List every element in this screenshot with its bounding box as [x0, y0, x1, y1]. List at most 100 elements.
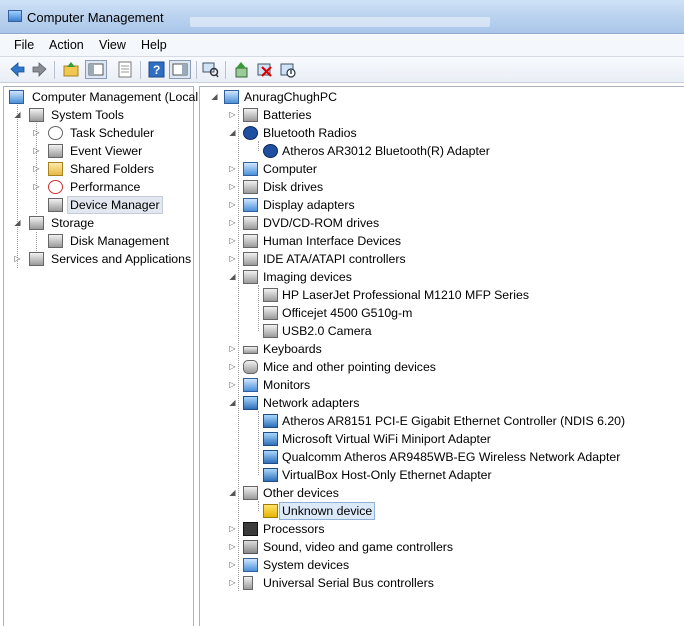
expand-arrow-icon[interactable]: ▷	[228, 556, 237, 574]
uninstall-icon[interactable]	[256, 61, 273, 78]
expand-arrow-icon[interactable]: ▷	[228, 106, 237, 124]
expand-arrow-icon[interactable]: ▷	[32, 142, 41, 160]
collapse-arrow-icon[interactable]: ◢	[210, 88, 219, 106]
tree-node-label: Device Manager	[67, 196, 163, 214]
ide-controller-icon	[243, 252, 258, 266]
tree-node-label: Atheros AR3012 Bluetooth(R) Adapter	[282, 144, 490, 158]
tree-line	[258, 285, 259, 331]
services-icon	[29, 252, 44, 266]
tree-node-label: Shared Folders	[70, 162, 155, 176]
expand-arrow-icon[interactable]: ▷	[228, 340, 237, 358]
collapse-arrow-icon[interactable]: ◢	[228, 124, 237, 142]
bluetooth-icon	[263, 144, 278, 158]
expand-arrow-icon[interactable]: ▷	[228, 574, 237, 592]
bluetooth-icon	[243, 126, 258, 140]
tree-node-label: Imaging devices	[263, 270, 352, 284]
window-title: Computer Management	[27, 10, 164, 25]
tree-node-label: System devices	[263, 558, 350, 572]
network-icon	[263, 450, 278, 464]
network-icon	[243, 396, 258, 410]
camera-icon	[263, 306, 278, 320]
expand-arrow-icon[interactable]: ▷	[228, 196, 237, 214]
scan-hardware-icon[interactable]	[202, 61, 219, 78]
back-arrow-icon[interactable]	[9, 61, 26, 78]
disk-management-icon	[48, 234, 63, 248]
tree-node-label: Computer	[263, 162, 317, 176]
show-hide-tree-icon[interactable]	[85, 60, 107, 79]
network-icon	[263, 468, 278, 482]
camera-icon	[263, 288, 278, 302]
collapse-arrow-icon[interactable]: ◢	[13, 214, 22, 232]
tree-line	[258, 411, 259, 475]
update-driver-icon[interactable]	[233, 61, 250, 78]
performance-icon	[48, 180, 63, 194]
dvd-drive-icon	[243, 216, 258, 230]
console-tree-pane[interactable]: Computer Management (Local ◢ System Tool…	[3, 86, 198, 626]
collapse-arrow-icon[interactable]: ◢	[228, 268, 237, 286]
help-icon[interactable]: ?	[148, 61, 165, 78]
event-viewer-icon	[48, 144, 63, 158]
hid-icon	[243, 234, 258, 248]
tree-node-label: AnuragChughPC	[244, 90, 337, 104]
toolbar: ?	[0, 57, 684, 83]
expand-arrow-icon[interactable]: ▷	[13, 250, 22, 268]
expand-arrow-icon[interactable]: ▷	[228, 376, 237, 394]
tree-node-label: Disk Management	[70, 234, 170, 248]
show-hide-action-pane-icon[interactable]	[169, 60, 191, 79]
computer-icon	[243, 162, 258, 176]
menu-help[interactable]: Help	[139, 38, 169, 52]
expand-arrow-icon[interactable]: ▷	[32, 160, 41, 178]
tree-node-label: Sound, video and game controllers	[263, 540, 454, 554]
menu-bar: File Action View Help	[0, 35, 684, 57]
collapse-arrow-icon[interactable]: ◢	[13, 106, 22, 124]
monitor-icon	[243, 378, 258, 392]
network-icon	[263, 414, 278, 428]
expand-arrow-icon[interactable]: ▷	[228, 178, 237, 196]
tree-node-label: Monitors	[263, 378, 311, 392]
menu-file[interactable]: File	[12, 38, 36, 52]
expand-arrow-icon[interactable]: ▷	[228, 214, 237, 232]
expand-arrow-icon[interactable]: ▷	[228, 160, 237, 178]
clock-icon	[48, 126, 63, 140]
svg-text:?: ?	[153, 63, 160, 77]
tree-node-label: Officejet 4500 G510g-m	[282, 306, 413, 320]
up-folder-icon[interactable]	[63, 61, 80, 78]
camera-icon	[243, 270, 258, 284]
device-tree-pane[interactable]: ◢ AnuragChughPC ▷ Batteries ◢ Bluetooth …	[199, 86, 684, 626]
storage-icon	[29, 216, 44, 230]
menu-action[interactable]: Action	[47, 38, 86, 52]
tree-node-label: System Tools	[51, 108, 124, 122]
toolbar-separator	[54, 61, 55, 79]
expand-arrow-icon[interactable]: ▷	[32, 124, 41, 142]
camera-icon	[263, 324, 278, 338]
expand-arrow-icon[interactable]: ▷	[32, 178, 41, 196]
tree-node-label: DVD/CD-ROM drives	[263, 216, 380, 230]
title-bar: Computer Management	[0, 0, 684, 34]
tree-node-label: Bluetooth Radios	[263, 126, 357, 140]
expand-arrow-icon[interactable]: ▷	[228, 520, 237, 538]
expand-arrow-icon[interactable]: ▷	[228, 358, 237, 376]
tree-node-label: Computer Management (Local	[32, 90, 199, 104]
tree-node-label: IDE ATA/ATAPI controllers	[263, 252, 406, 266]
tree-node-label: Microsoft Virtual WiFi Miniport Adapter	[282, 432, 491, 446]
tree-node-label: Human Interface Devices	[263, 234, 402, 248]
tree-node-label: Mice and other pointing devices	[263, 360, 436, 374]
expand-arrow-icon[interactable]: ▷	[228, 538, 237, 556]
expand-arrow-icon[interactable]: ▷	[228, 250, 237, 268]
menu-view[interactable]: View	[97, 38, 128, 52]
tree-node-label: Network adapters	[263, 396, 360, 410]
mouse-icon	[243, 360, 258, 374]
forward-arrow-icon[interactable]	[31, 61, 48, 78]
tree-line	[17, 105, 18, 268]
tree-node-label: Performance	[70, 180, 141, 194]
properties-icon[interactable]	[117, 61, 134, 78]
expand-arrow-icon[interactable]: ▷	[228, 232, 237, 250]
tree-node-label: Unknown device	[279, 502, 376, 520]
collapse-arrow-icon[interactable]: ◢	[228, 394, 237, 412]
tree-line	[238, 105, 239, 591]
tree-node-label: USB2.0 Camera	[282, 324, 372, 338]
tree-node-label: Services and Applications	[51, 252, 192, 266]
toolbar-separator	[196, 61, 197, 79]
collapse-arrow-icon[interactable]: ◢	[228, 484, 237, 502]
disable-device-icon[interactable]	[279, 61, 296, 78]
